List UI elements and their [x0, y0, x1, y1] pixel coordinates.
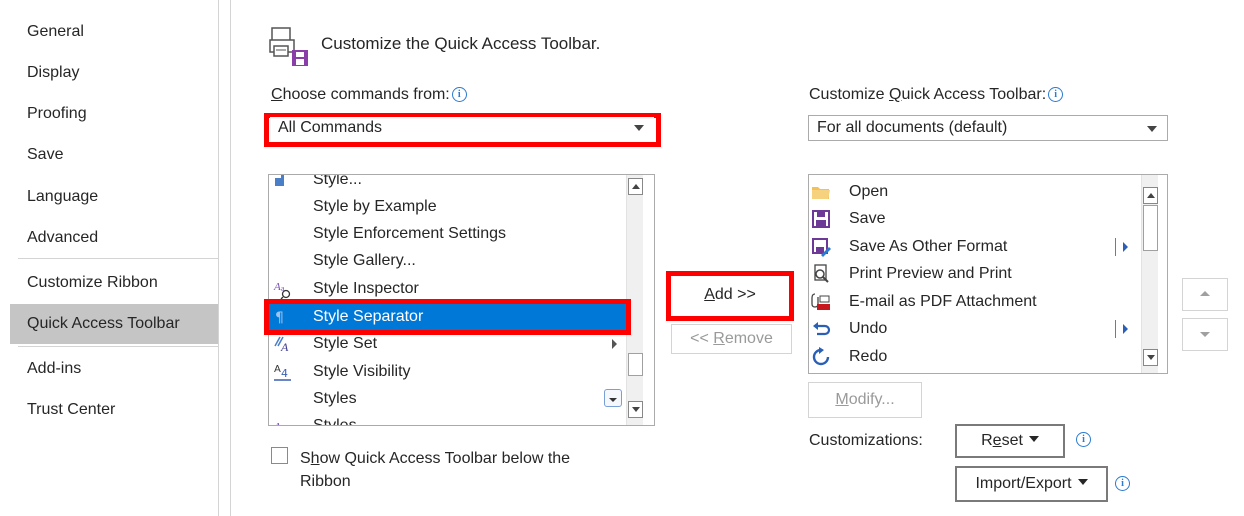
- undo-icon: [813, 322, 831, 336]
- content-border: [230, 0, 231, 516]
- scroll-up-button[interactable]: [1143, 187, 1158, 204]
- customizations-label: Customizations:: [809, 432, 923, 449]
- choose-commands-label: Choose commands from: i: [271, 86, 467, 104]
- sidebar-divider: [18, 346, 218, 347]
- style-inspector-icon: Aa: [273, 281, 291, 299]
- list-item[interactable]: Style Enforcement Settings: [269, 220, 627, 247]
- svg-text:A: A: [273, 281, 281, 293]
- sidebar-item-display[interactable]: Display: [10, 53, 218, 93]
- modify-button[interactable]: Modify...: [808, 382, 922, 418]
- sidebar-item-save[interactable]: Save: [10, 135, 218, 175]
- list-item[interactable]: Undo: [809, 315, 1141, 342]
- svg-text:4: 4: [281, 367, 288, 380]
- list-item[interactable]: Aa Styles: [269, 412, 627, 426]
- print-preview-icon: [814, 264, 829, 283]
- sidebar-item-proofing[interactable]: Proofing: [10, 94, 218, 134]
- style-set-icon: A: [274, 336, 289, 354]
- split-divider: [1115, 238, 1116, 256]
- redo-icon: [812, 347, 830, 366]
- sidebar-divider: [18, 258, 218, 259]
- remove-button[interactable]: << Remove: [671, 324, 792, 354]
- show-below-ribbon-label[interactable]: Show Quick Access Toolbar below the Ribb…: [300, 447, 570, 493]
- sidebar-item-customize-ribbon[interactable]: Customize Ribbon: [10, 263, 218, 303]
- scroll-down-button[interactable]: [1143, 349, 1158, 366]
- chevron-up-icon: [632, 184, 640, 189]
- toolbar-commands-list[interactable]: Open Save Save As Other Format Print Pre…: [808, 174, 1168, 374]
- submenu-arrow-icon[interactable]: [1123, 242, 1128, 252]
- list-item[interactable]: E-mail as PDF Attachment: [809, 288, 1141, 315]
- chevron-down-icon: [1147, 126, 1157, 132]
- pdf-email-icon: [811, 293, 830, 310]
- scroll-down-button[interactable]: [628, 401, 643, 418]
- sidebar-item-language[interactable]: Language: [10, 177, 218, 217]
- sidebar-item-quick-access-toolbar[interactable]: Quick Access Toolbar: [10, 304, 218, 344]
- chevron-up-icon: [1200, 291, 1210, 296]
- info-icon[interactable]: i: [1048, 87, 1064, 102]
- save-icon: [812, 210, 830, 228]
- chevron-down-icon: [634, 125, 644, 131]
- split-divider: [1115, 320, 1116, 338]
- style-visibility-icon: A4: [274, 364, 291, 381]
- sidebar-item-advanced[interactable]: Advanced: [10, 218, 218, 258]
- svg-text:A: A: [280, 340, 289, 354]
- list-item[interactable]: Styles: [269, 385, 627, 412]
- list-item[interactable]: Redo: [809, 343, 1141, 370]
- gallery-dropdown-icon[interactable]: [604, 389, 622, 407]
- list-item[interactable]: Style...: [269, 175, 627, 193]
- scroll-thumb[interactable]: [1143, 205, 1158, 251]
- options-sidebar: General Display Proofing Save Language A…: [10, 0, 219, 516]
- chevron-down-icon: [632, 407, 640, 412]
- chevron-down-icon: [1028, 436, 1039, 442]
- info-icon[interactable]: i: [1115, 476, 1130, 491]
- import-export-button[interactable]: Import/Export: [955, 466, 1108, 502]
- move-up-button[interactable]: [1182, 278, 1228, 311]
- submenu-arrow-icon: [612, 339, 617, 349]
- customize-qat-dropdown[interactable]: For all documents (default): [808, 115, 1168, 141]
- scroll-up-button[interactable]: [628, 178, 643, 195]
- info-icon[interactable]: i: [451, 87, 467, 102]
- sidebar-item-general[interactable]: General: [10, 12, 218, 52]
- customize-qat-value: For all documents (default): [817, 119, 1008, 136]
- reset-button[interactable]: Reset: [955, 424, 1065, 458]
- list-item[interactable]: Print Preview and Print: [809, 260, 1141, 287]
- choose-commands-dropdown[interactable]: All Commands: [270, 117, 654, 141]
- svg-text:A: A: [274, 364, 281, 375]
- quick-access-toolbar-icon: [269, 27, 308, 66]
- page-title: Customize the Quick Access Toolbar.: [321, 34, 601, 53]
- chevron-up-icon: [1147, 193, 1155, 198]
- sidebar-item-add-ins[interactable]: Add-ins: [10, 349, 218, 389]
- scroll-thumb[interactable]: [628, 353, 643, 376]
- info-icon[interactable]: i: [1076, 432, 1091, 447]
- list-item[interactable]: Save As Other Format: [809, 233, 1141, 260]
- customize-qat-label: Customize Quick Access Toolbar: i: [809, 86, 1064, 104]
- choose-commands-value: All Commands: [278, 119, 383, 136]
- chevron-down-icon: [1147, 355, 1155, 360]
- highlight-box: [264, 299, 631, 335]
- list-item[interactable]: Save: [809, 205, 1141, 232]
- list-item[interactable]: Aa Style Inspector: [269, 275, 627, 302]
- list-item[interactable]: Style by Example: [269, 193, 627, 220]
- submenu-arrow-icon[interactable]: [1123, 324, 1128, 334]
- chevron-down-icon: [1200, 332, 1210, 337]
- save-as-icon: [812, 238, 831, 257]
- sidebar-item-trust-center[interactable]: Trust Center: [10, 390, 218, 430]
- move-down-button[interactable]: [1182, 318, 1228, 351]
- folder-icon: [812, 187, 830, 199]
- list-item[interactable]: Open: [809, 178, 1141, 205]
- show-below-ribbon-checkbox[interactable]: [271, 447, 288, 464]
- chevron-down-icon: [1077, 479, 1088, 485]
- toolbar-list-scrollbar[interactable]: [1141, 175, 1158, 373]
- styles-icon: Aa: [273, 421, 287, 426]
- list-item[interactable]: Style Gallery...: [269, 247, 627, 274]
- list-item[interactable]: A4 Style Visibility: [269, 358, 627, 385]
- add-button[interactable]: Add >>: [672, 277, 788, 315]
- style-icon: [275, 175, 284, 186]
- svg-text:Aa: Aa: [273, 421, 287, 426]
